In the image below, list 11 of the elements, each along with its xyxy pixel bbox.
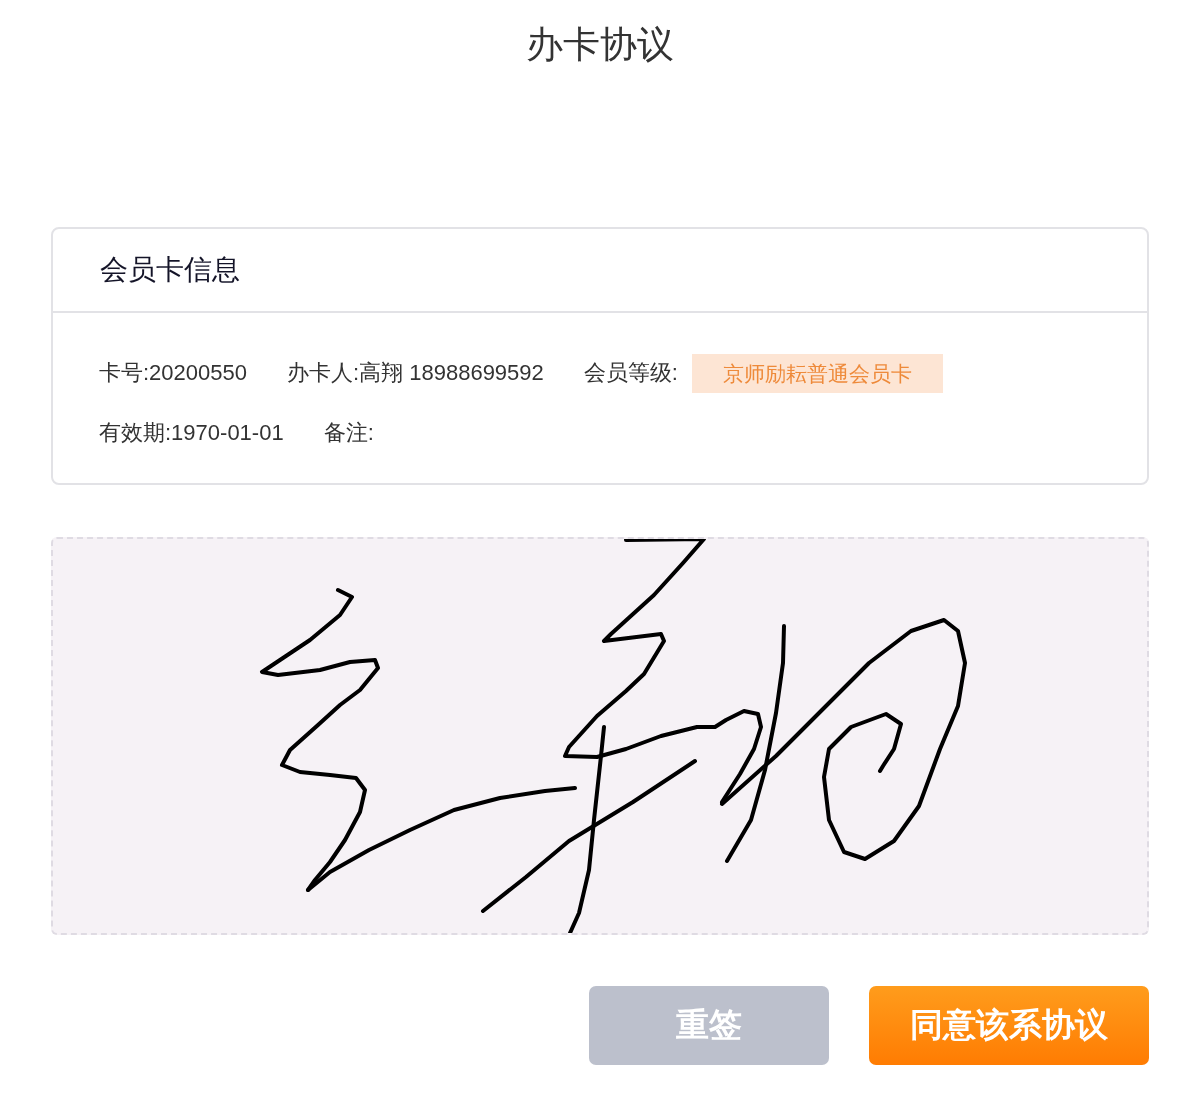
info-text: 备注: (323, 419, 374, 447)
page-title: 办卡协议 (526, 23, 674, 67)
info-text: 卡号:20200550 (99, 359, 247, 387)
agree-button[interactable]: 同意该系协议 (869, 986, 1149, 1065)
info-text: 办卡人:高翔 18988699592 (287, 359, 544, 387)
info-text: 有效期:1970-01-01 (99, 419, 284, 447)
re-sign-button[interactable]: 重签 (589, 986, 829, 1065)
member-level-tag: 京师励耘普通会员卡 (691, 353, 943, 393)
card-title: 会员卡信息 (100, 253, 240, 287)
signature-pad[interactable] (51, 537, 1149, 935)
info-label: 会员等级: (583, 359, 678, 387)
